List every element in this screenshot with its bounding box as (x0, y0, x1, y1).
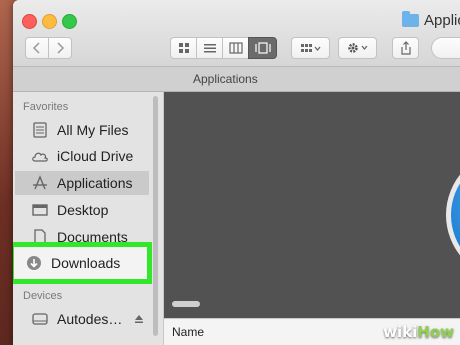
folder-icon (402, 11, 419, 27)
eject-icon[interactable] (134, 311, 144, 327)
sidebar-scrollbar[interactable] (153, 96, 158, 336)
app-icon-preview (446, 150, 460, 280)
cover-flow-area (164, 92, 460, 318)
window-title: Applic (402, 11, 460, 29)
sidebar-item-autodesk[interactable]: Autodes… (15, 307, 149, 331)
columns-icon (228, 42, 243, 54)
tags-button[interactable] (431, 37, 460, 59)
grid-icon (178, 43, 189, 53)
zoom-button[interactable] (62, 14, 77, 29)
sidebar-item-downloads[interactable]: Downloads (13, 242, 152, 284)
sidebar: Favorites All My Files iCloud Drive Appl… (13, 92, 164, 345)
desktop-icon (31, 202, 49, 218)
tab-applications[interactable]: Applications (193, 72, 258, 86)
sidebar-item-all-my-files[interactable]: All My Files (15, 118, 149, 142)
cover-flow-icon (254, 42, 271, 54)
sidebar-item-applications[interactable]: Applications (15, 171, 149, 195)
navigation-buttons (25, 37, 72, 59)
devices-heading: Devices (23, 290, 63, 302)
chevron-right-icon (57, 42, 65, 54)
downloads-icon (25, 255, 43, 271)
sidebar-item-label: Downloads (51, 255, 121, 271)
sidebar-item-desktop[interactable]: Desktop (15, 198, 149, 222)
list-icon (203, 44, 216, 53)
column-view-button[interactable] (222, 37, 249, 59)
list-view-button[interactable] (196, 37, 223, 59)
cover-flow-scrollbar[interactable] (172, 301, 200, 307)
sidebar-item-label: Desktop (57, 202, 109, 218)
favorites-heading: Favorites (23, 101, 69, 113)
title-bar: Applic (13, 0, 460, 67)
sidebar-item-icloud-drive[interactable]: iCloud Drive (15, 144, 149, 168)
icon-view-button[interactable] (170, 37, 197, 59)
window-title-text: Applic (424, 12, 460, 29)
chevron-left-icon (32, 42, 40, 54)
finder-window: Applic (13, 0, 460, 345)
view-mode-buttons (170, 37, 277, 59)
close-button[interactable] (22, 14, 37, 29)
sidebar-item-label: iCloud Drive (57, 148, 134, 164)
arrange-grid-icon (300, 44, 320, 52)
sidebar-item-label: Autodes… (57, 311, 123, 327)
cover-flow-view-button[interactable] (248, 37, 277, 59)
cloud-icon (31, 148, 49, 164)
all-files-icon (31, 122, 49, 138)
applications-icon (31, 175, 49, 191)
minimize-button[interactable] (42, 14, 57, 29)
forward-button[interactable] (48, 37, 72, 59)
share-icon (400, 41, 411, 55)
gear-icon (347, 43, 367, 53)
name-column-header[interactable]: Name (172, 325, 204, 339)
sidebar-item-label: Applications (57, 175, 133, 191)
back-button[interactable] (25, 37, 49, 59)
share-button[interactable] (392, 37, 419, 59)
disk-icon (31, 311, 49, 327)
arrange-button[interactable] (291, 37, 330, 59)
watermark: wikiHow (383, 323, 454, 341)
action-button[interactable] (338, 37, 377, 59)
tab-bar: Applications (13, 67, 460, 92)
sidebar-item-label: All My Files (57, 122, 129, 138)
